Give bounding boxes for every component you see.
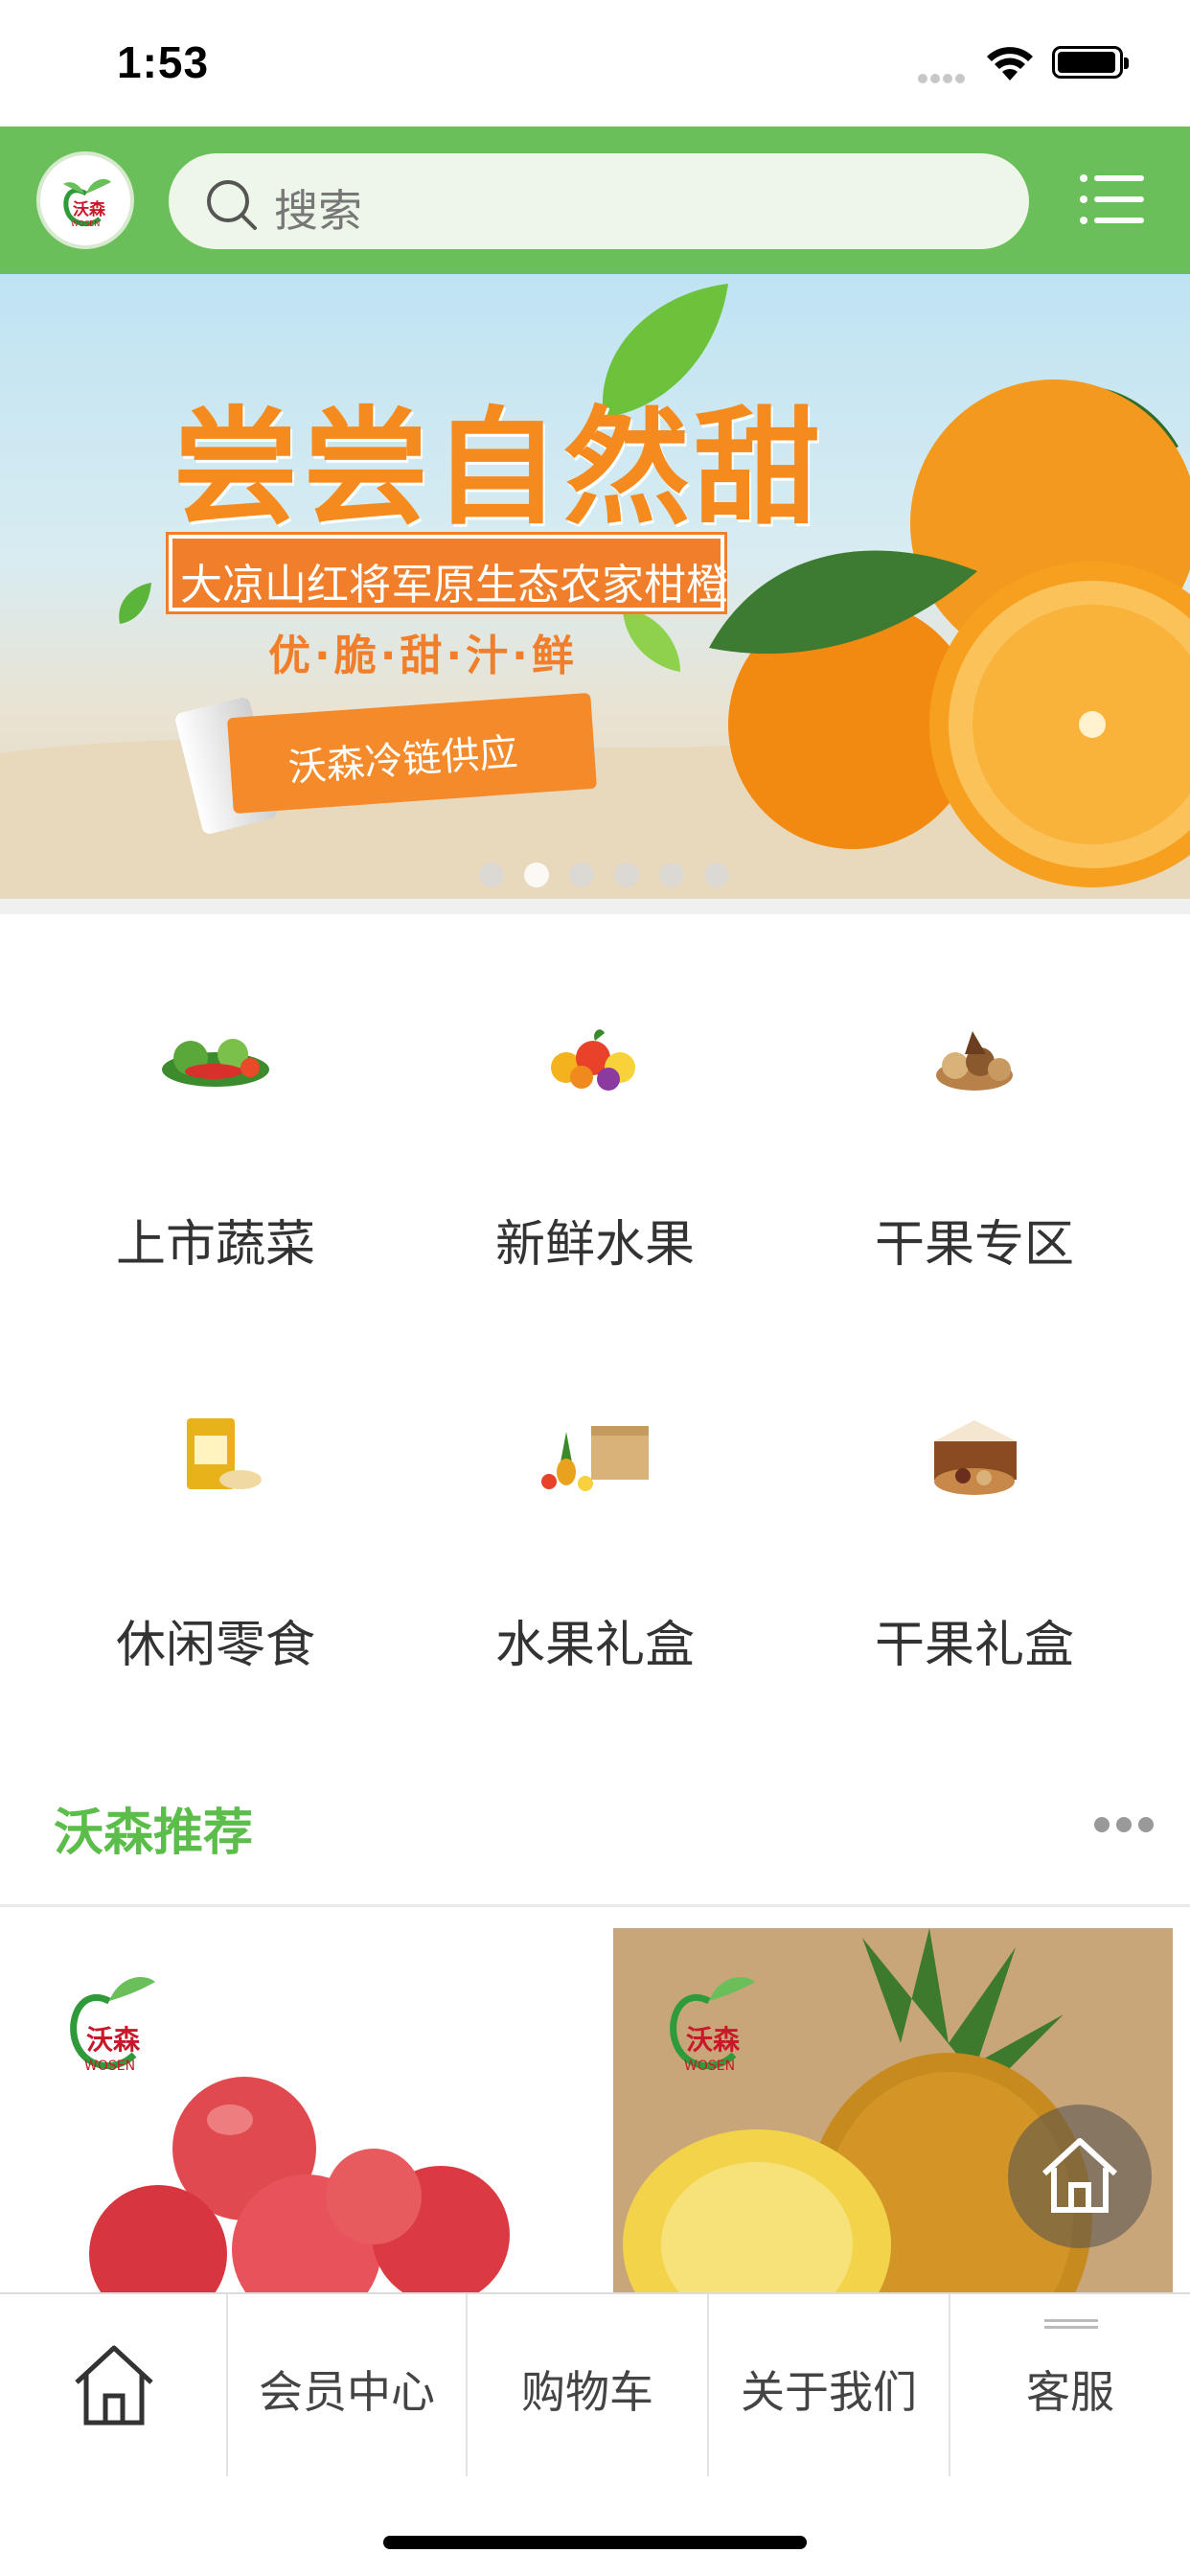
category-grid: 上市蔬菜 新鲜水果 干果专区 休闲零食 水果礼盒 干果礼盒 bbox=[0, 914, 1190, 1719]
carousel-dot[interactable] bbox=[704, 862, 730, 887]
apples-image bbox=[89, 2077, 510, 2292]
carousel-dot[interactable] bbox=[659, 862, 685, 887]
nut-gift-box-icon bbox=[934, 1420, 1017, 1495]
banner-tagline: 优·脆·甜·汁·鲜 bbox=[268, 632, 578, 680]
carousel-dot-active[interactable] bbox=[524, 862, 550, 887]
carousel-dot[interactable] bbox=[569, 862, 595, 887]
signal-icon bbox=[918, 69, 975, 83]
category-label: 休闲零食 bbox=[115, 1617, 315, 1674]
drag-handle[interactable] bbox=[1044, 2319, 1098, 2329]
status-time: 1:53 bbox=[117, 37, 210, 87]
home-indicator[interactable] bbox=[383, 2536, 807, 2549]
category-nut-gift-box[interactable]: 干果礼盒 bbox=[831, 1326, 1118, 1674]
tab-member-center[interactable]: 会员中心 bbox=[228, 2294, 468, 2476]
category-fruits[interactable]: 新鲜水果 bbox=[451, 926, 739, 1274]
search-icon bbox=[207, 180, 257, 230]
category-nuts[interactable]: 干果专区 bbox=[831, 926, 1118, 1274]
search-placeholder: 搜索 bbox=[274, 185, 362, 237]
category-vegetables[interactable]: 上市蔬菜 bbox=[72, 926, 359, 1274]
more-icon[interactable] bbox=[1092, 1815, 1156, 1834]
category-label: 干果礼盒 bbox=[874, 1617, 1074, 1674]
app-screen: 1:53 沃森 WOSEN 搜索 尝尝自然甜 大凉山红将军原生态农家柑橙 优·脆… bbox=[0, 0, 1190, 2576]
tab-cart[interactable]: 购物车 bbox=[468, 2294, 709, 2476]
leaf-small-icon bbox=[623, 610, 680, 672]
tab-label: 关于我们 bbox=[741, 2366, 917, 2418]
oranges-image bbox=[709, 380, 1190, 887]
status-bar: 1:53 bbox=[0, 0, 1190, 126]
category-label: 上市蔬菜 bbox=[115, 1216, 315, 1274]
carousel-indicator[interactable] bbox=[479, 862, 744, 891]
tab-label: 购物车 bbox=[521, 2366, 653, 2418]
battery-icon bbox=[1052, 46, 1129, 79]
home-icon bbox=[1041, 2138, 1118, 2213]
tab-label: 客服 bbox=[1026, 2366, 1114, 2418]
section-divider bbox=[0, 899, 1190, 914]
fruit-gift-box-icon bbox=[541, 1426, 649, 1491]
tab-label: 会员中心 bbox=[259, 2366, 435, 2418]
vegetables-icon bbox=[162, 1039, 269, 1087]
category-fruit-gift-box[interactable]: 水果礼盒 bbox=[451, 1326, 739, 1674]
banner-ribbon-text: 沃森冷链供应 bbox=[286, 730, 519, 791]
snacks-icon bbox=[187, 1418, 262, 1489]
nuts-icon bbox=[936, 1031, 1013, 1091]
menu-icon[interactable] bbox=[1079, 172, 1144, 226]
logo-text: 沃森 bbox=[73, 199, 106, 219]
carousel-dot[interactable] bbox=[614, 862, 640, 887]
bottom-tab-bar: 会员中心 购物车 关于我们 客服 bbox=[0, 2292, 1190, 2476]
fruits-icon bbox=[551, 1029, 635, 1091]
promo-banner[interactable]: 尝尝自然甜 大凉山红将军原生态农家柑橙 优·脆·甜·汁·鲜 沃森冷链供应 bbox=[0, 274, 1190, 899]
category-label: 干果专区 bbox=[874, 1216, 1074, 1274]
category-label: 新鲜水果 bbox=[494, 1216, 695, 1274]
carousel-dot[interactable] bbox=[479, 862, 504, 887]
home-icon bbox=[75, 2345, 153, 2426]
logo-subtext: WOSEN bbox=[71, 219, 100, 228]
category-snacks[interactable]: 休闲零食 bbox=[72, 1326, 359, 1674]
wifi-icon bbox=[987, 47, 1033, 80]
floating-home-button[interactable] bbox=[1008, 2104, 1152, 2248]
banner-subtitle-box: 大凉山红将军原生态农家柑橙 bbox=[166, 532, 728, 614]
product-card-apples[interactable]: 沃森 WOSEN bbox=[0, 1928, 560, 2292]
recommend-header: 沃森推荐 bbox=[0, 1763, 1190, 1907]
tab-home[interactable] bbox=[0, 2294, 228, 2476]
banner-subtitle: 大凉山红将军原生态农家柑橙 bbox=[180, 561, 728, 610]
leaf-small-icon bbox=[119, 583, 151, 624]
category-label: 水果礼盒 bbox=[494, 1617, 695, 1674]
brand-logo[interactable]: 沃森 WOSEN bbox=[36, 151, 134, 249]
tab-about-us[interactable]: 关于我们 bbox=[709, 2294, 950, 2476]
recommend-title: 沃森推荐 bbox=[54, 1805, 254, 1862]
logo-icon: 沃森 WOSEN bbox=[63, 178, 111, 228]
search-input[interactable]: 搜索 bbox=[169, 153, 1029, 249]
top-header: 沃森 WOSEN 搜索 bbox=[0, 126, 1190, 274]
